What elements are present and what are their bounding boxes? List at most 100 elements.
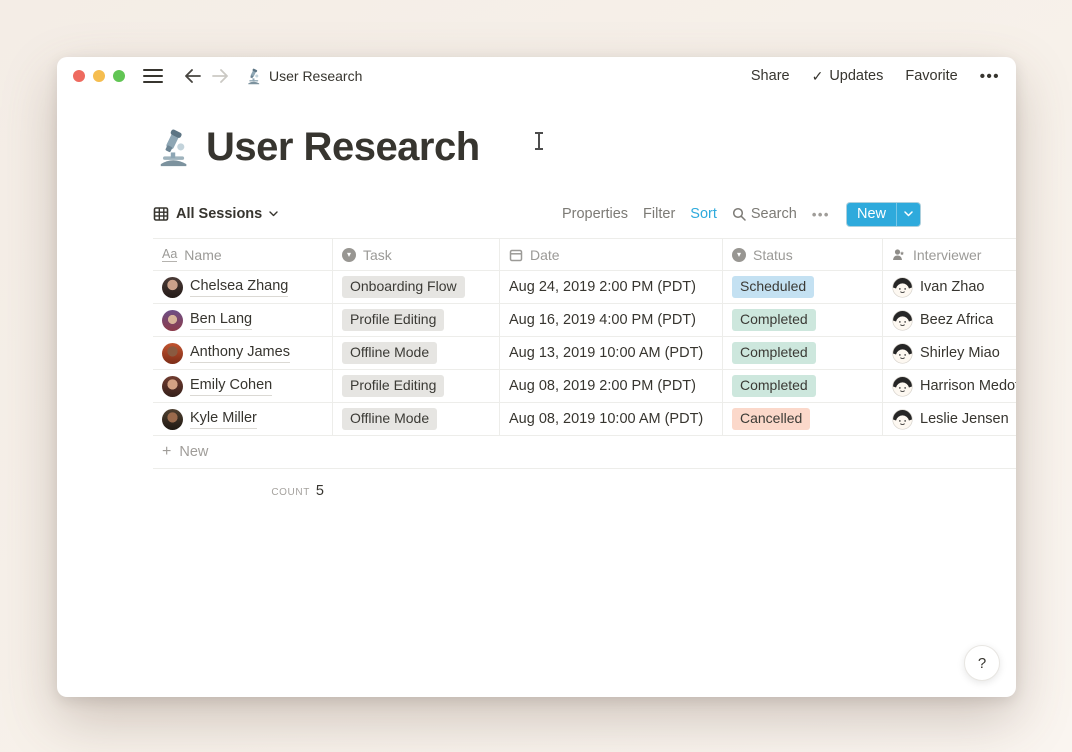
- task-tag: Offline Mode: [342, 342, 438, 364]
- status-cell[interactable]: Completed: [723, 370, 883, 402]
- participant-avatar: [162, 276, 183, 298]
- interviewer-name: Leslie Jensen: [920, 411, 1009, 427]
- status-cell[interactable]: Completed: [723, 337, 883, 369]
- share-button[interactable]: Share: [751, 68, 790, 84]
- status-cell[interactable]: Completed: [723, 304, 883, 336]
- participant-avatar: [162, 375, 183, 397]
- participant-avatar: [162, 408, 183, 430]
- column-label: Date: [530, 246, 560, 263]
- search-icon: [732, 207, 746, 221]
- date-cell[interactable]: Aug 08, 2019 10:00 AM (PDT): [500, 403, 723, 435]
- new-button[interactable]: New: [846, 202, 920, 226]
- participant-name[interactable]: Chelsea Zhang: [190, 277, 289, 297]
- updates-button[interactable]: ✓ Updates: [812, 68, 884, 85]
- count-row[interactable]: COUNT 5: [153, 469, 333, 499]
- column-header-interviewer[interactable]: Interviewer: [883, 239, 1016, 270]
- filter-button[interactable]: Filter: [643, 206, 675, 222]
- interviewer-cell[interactable]: Shirley Miao: [883, 337, 1016, 369]
- app-window: User Research Share ✓ Updates Favorite •…: [57, 57, 1016, 697]
- close-window-button[interactable]: [73, 70, 85, 82]
- view-more-icon[interactable]: •••: [812, 207, 830, 222]
- interviewer-name: Ivan Zhao: [920, 279, 985, 295]
- table-row: Kyle Miller Offline Mode Aug 08, 2019 10…: [153, 403, 1016, 436]
- task-cell[interactable]: Profile Editing: [333, 370, 500, 402]
- task-cell[interactable]: Profile Editing: [333, 304, 500, 336]
- breadcrumb[interactable]: User Research: [245, 68, 362, 85]
- check-icon: ✓: [811, 67, 824, 84]
- interviewer-cell[interactable]: Beez Africa: [883, 304, 1016, 336]
- chevron-down-icon: [269, 211, 278, 217]
- titlebar: User Research Share ✓ Updates Favorite •…: [57, 57, 1016, 95]
- search-label: Search: [750, 206, 797, 222]
- name-cell[interactable]: Anthony James: [153, 337, 333, 369]
- column-label: Interviewer: [913, 246, 982, 263]
- participant-avatar: [162, 309, 183, 331]
- participant-name[interactable]: Emily Cohen: [190, 376, 273, 396]
- page-header: User Research: [153, 125, 1016, 170]
- count-label: COUNT: [271, 487, 310, 498]
- table-view-icon: [153, 207, 169, 221]
- table-header-row: Aa Name ▾ Task Date ▾ Status Interviewer: [153, 238, 1016, 271]
- interviewer-cell[interactable]: Leslie Jensen: [883, 403, 1016, 435]
- status-cell[interactable]: Scheduled: [723, 271, 883, 303]
- desktop: { "titlebar": { "breadcrumb_title": "Use…: [0, 0, 1072, 752]
- count-value: 5: [315, 483, 324, 499]
- database-table: Aa Name ▾ Task Date ▾ Status Interviewer…: [153, 238, 1016, 499]
- column-header-date[interactable]: Date: [500, 239, 723, 270]
- task-cell[interactable]: Onboarding Flow: [333, 271, 500, 303]
- task-tag: Profile Editing: [342, 309, 445, 331]
- search-button[interactable]: Search: [732, 206, 797, 222]
- status-tag: Scheduled: [732, 276, 815, 298]
- page-title[interactable]: User Research: [206, 125, 480, 170]
- participant-name[interactable]: Anthony James: [190, 343, 290, 363]
- text-property-icon: Aa: [162, 246, 178, 262]
- column-header-status[interactable]: ▾ Status: [723, 239, 883, 270]
- favorite-button[interactable]: Favorite: [905, 68, 957, 84]
- table-row: Emily Cohen Profile Editing Aug 08, 2019…: [153, 370, 1016, 403]
- interviewer-avatar: [892, 310, 913, 331]
- name-cell[interactable]: Ben Lang: [153, 304, 333, 336]
- properties-button[interactable]: Properties: [562, 206, 628, 222]
- task-cell[interactable]: Offline Mode: [333, 337, 500, 369]
- more-options-icon[interactable]: •••: [980, 68, 1000, 85]
- name-cell[interactable]: Kyle Miller: [153, 403, 333, 435]
- new-row-label: New: [179, 444, 209, 460]
- forward-button[interactable]: [209, 65, 231, 87]
- back-button[interactable]: [181, 65, 203, 87]
- task-cell[interactable]: Offline Mode: [333, 403, 500, 435]
- microscope-icon: [245, 68, 262, 85]
- table-row: Ben Lang Profile Editing Aug 16, 2019 4:…: [153, 304, 1016, 337]
- interviewer-avatar: [892, 343, 913, 364]
- view-switcher[interactable]: All Sessions: [153, 206, 278, 222]
- column-header-task[interactable]: ▾ Task: [333, 239, 500, 270]
- date-cell[interactable]: Aug 13, 2019 10:00 AM (PDT): [500, 337, 723, 369]
- interviewer-name: Shirley Miao: [920, 345, 1000, 361]
- interviewer-cell[interactable]: Harrison Medoff: [883, 370, 1016, 402]
- new-button-caret[interactable]: [896, 202, 920, 226]
- task-tag: Offline Mode: [342, 408, 438, 430]
- column-label: Name: [184, 246, 222, 263]
- name-cell[interactable]: Chelsea Zhang: [153, 271, 333, 303]
- new-button-label[interactable]: New: [847, 203, 896, 226]
- name-cell[interactable]: Emily Cohen: [153, 370, 333, 402]
- participant-name[interactable]: Kyle Miller: [190, 409, 257, 429]
- task-tag: Profile Editing: [342, 375, 445, 397]
- sidebar-menu-icon[interactable]: [143, 69, 163, 83]
- zoom-window-button[interactable]: [113, 70, 125, 82]
- status-cell[interactable]: Cancelled: [723, 403, 883, 435]
- date-cell[interactable]: Aug 08, 2019 2:00 PM (PDT): [500, 370, 723, 402]
- interviewer-cell[interactable]: Ivan Zhao: [883, 271, 1016, 303]
- column-header-name[interactable]: Aa Name: [153, 239, 333, 270]
- status-tag: Completed: [732, 375, 816, 397]
- participant-name[interactable]: Ben Lang: [190, 310, 253, 330]
- view-controls: Properties Filter Sort Search ••• New: [562, 202, 920, 226]
- date-cell[interactable]: Aug 16, 2019 4:00 PM (PDT): [500, 304, 723, 336]
- page-icon-microscope[interactable]: [153, 128, 193, 168]
- titlebar-actions: Share ✓ Updates Favorite •••: [751, 68, 1000, 85]
- help-button[interactable]: ?: [964, 645, 1000, 681]
- minimize-window-button[interactable]: [93, 70, 105, 82]
- status-tag: Cancelled: [732, 408, 811, 430]
- new-row-button[interactable]: + New: [153, 436, 1016, 469]
- date-cell[interactable]: Aug 24, 2019 2:00 PM (PDT): [500, 271, 723, 303]
- sort-button[interactable]: Sort: [690, 206, 717, 222]
